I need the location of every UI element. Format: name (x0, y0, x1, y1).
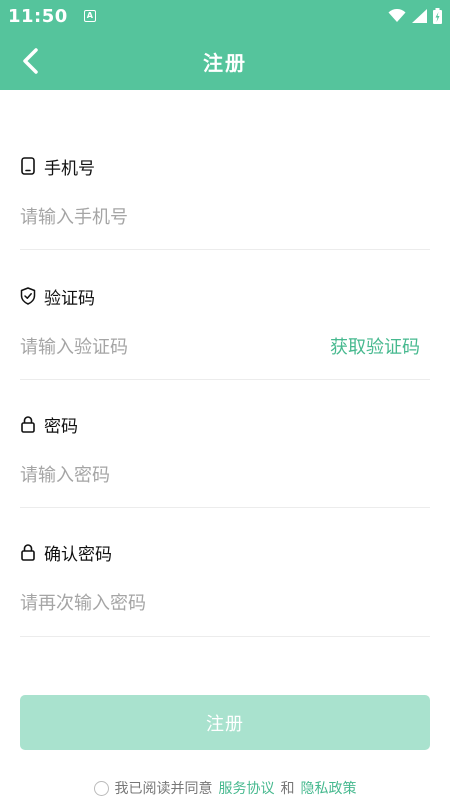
code-label: 验证码 (20, 284, 95, 309)
password-label-text: 密码 (44, 416, 78, 437)
confirm-password-field: 确认密码 (20, 508, 430, 637)
code-field: 验证码 获取验证码 (20, 250, 430, 380)
register-button[interactable]: 注册 (20, 695, 430, 750)
status-icons (388, 8, 442, 24)
page-title: 注册 (203, 50, 247, 75)
service-agreement-link[interactable]: 服务协议 (219, 778, 275, 798)
agreement-and: 和 (280, 781, 295, 797)
battery-icon (433, 8, 442, 24)
get-code-button[interactable]: 获取验证码 (330, 333, 420, 359)
agree-checkbox[interactable] (93, 780, 109, 796)
password-field: 密码 (20, 380, 430, 508)
agreement-row: 我已阅读并同意 服务协议 和 隐私政策 (0, 777, 450, 799)
password-input[interactable] (20, 458, 320, 492)
phone-label: 手机号 (20, 154, 95, 179)
code-label-text: 验证码 (44, 288, 95, 309)
chevron-left-icon (23, 48, 38, 74)
confirm-password-label-text: 确认密码 (44, 544, 112, 565)
lock-icon (21, 416, 35, 433)
lock-icon (21, 544, 35, 561)
status-time: 11:50 (8, 5, 68, 27)
notification-icon: A (83, 10, 96, 22)
phone-label-text: 手机号 (44, 158, 95, 179)
signal-icon (412, 9, 427, 23)
phone-icon (21, 157, 35, 175)
password-label: 密码 (20, 412, 78, 437)
privacy-policy-link[interactable]: 隐私政策 (301, 778, 357, 798)
confirm-password-input[interactable] (20, 586, 320, 620)
confirm-password-label: 确认密码 (20, 540, 112, 565)
shield-check-icon (20, 287, 36, 305)
phone-input[interactable] (20, 200, 320, 234)
register-button-label: 注册 (206, 713, 244, 735)
app-bar: 注册 (0, 32, 450, 90)
status-bar: 11:50 A (0, 0, 450, 32)
back-button[interactable] (14, 45, 46, 77)
code-input[interactable] (20, 330, 280, 364)
phone-field: 手机号 (20, 90, 430, 250)
wifi-icon (388, 9, 406, 22)
agreement-prefix: 我已阅读并同意 (114, 781, 213, 797)
